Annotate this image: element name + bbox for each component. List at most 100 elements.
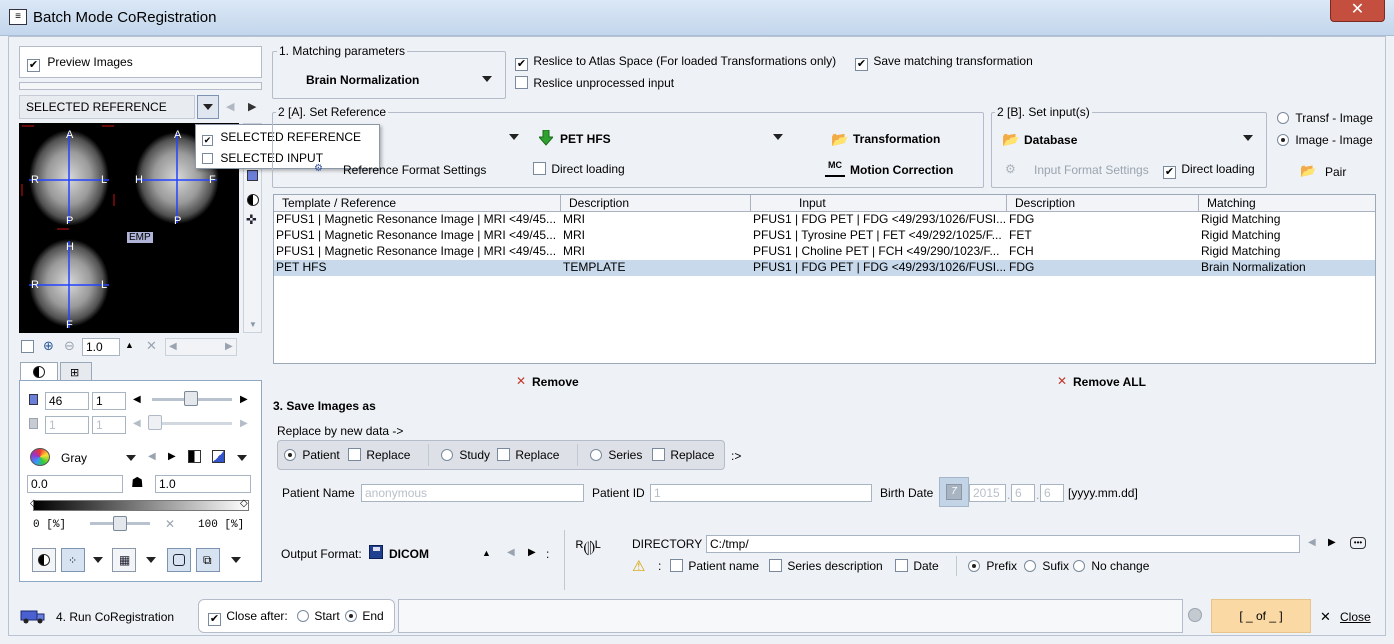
slice-slider-thumb[interactable] [184,391,198,406]
palette-icon[interactable] [30,448,50,466]
reslice-atlas-checkbox[interactable]: ✔ Reslice to Atlas Space (For loaded Tra… [515,54,836,71]
scroll-down-icon[interactable]: ▼ [249,320,257,329]
format-next-icon[interactable]: ▶ [528,547,536,558]
column-header-matching[interactable]: Matching [1199,195,1377,212]
range-slider-thumb[interactable] [113,516,127,531]
grid-dropdown-icon[interactable] [146,557,156,563]
sufix-radio[interactable]: Sufix [1024,559,1069,573]
min-value-field[interactable]: 0.0 [27,475,123,493]
no-change-radio[interactable]: No change [1073,559,1149,573]
column-header-input[interactable]: Input [751,195,1007,212]
reference-selector[interactable]: SELECTED REFERENCE [19,95,195,119]
window-close-button[interactable]: ✕ [1330,0,1385,22]
contrast-icon[interactable] [247,194,259,206]
table-row[interactable]: PFUS1 | Magnetic Resonance Image | MRI <… [274,244,1375,260]
table-row[interactable]: PFUS1 | Magnetic Resonance Image | MRI <… [274,212,1375,228]
opt-patient-name-checkbox[interactable]: Patient name [670,559,759,573]
frame-prev-icon[interactable]: ◀ [133,418,141,429]
blend-button[interactable] [32,548,56,572]
colormap-prev-icon[interactable]: ◀ [148,451,156,462]
zoom-in-icon[interactable]: ⊕ [43,338,54,354]
zoom-reset-icon[interactable]: ✕ [146,338,157,354]
prev-arrow-icon[interactable]: ◀ [226,100,234,113]
close-button[interactable]: Close [1340,610,1371,624]
input-source-value[interactable]: Database [1024,133,1077,147]
lut-dropdown-icon[interactable] [237,455,247,461]
tab-layout[interactable]: ⊞ [60,362,92,381]
replace-study-checkbox[interactable]: Replace [497,448,559,462]
tab-contrast[interactable] [20,362,58,381]
replace-study-radio[interactable]: Study [441,448,490,462]
birth-month-field[interactable]: 6 [1011,484,1035,502]
prefix-radio[interactable]: Prefix [968,559,1017,573]
replace-patient-checkbox[interactable]: Replace [348,448,410,462]
column-header-description[interactable]: Description [561,195,751,212]
replace-series-radio[interactable]: Series [590,448,642,462]
scroll-right-icon[interactable]: ▶ [225,341,233,352]
reference-dropdown-button[interactable] [197,95,219,119]
directory-prev-icon[interactable]: ◀ [1308,537,1316,548]
grid-button[interactable]: ▦ [112,548,136,572]
slice-prev-icon[interactable]: ◀ [133,394,141,405]
close-start-radio[interactable]: Start [297,609,340,623]
directory-next-icon[interactable]: ▶ [1328,537,1336,548]
frame-count-field[interactable]: 1 [92,416,126,434]
scroll-left-icon[interactable]: ◀ [169,341,177,352]
frame-next-icon[interactable]: ▶ [240,418,248,429]
grayscale-low-marker[interactable]: ◇ [30,498,38,509]
save-matching-checkbox[interactable]: ✔ Save matching transformation [855,54,1033,71]
zoom-scrollbar[interactable]: ◀ ▶ [165,338,237,356]
zoom-up-icon[interactable]: ▲ [125,340,134,350]
reference-template-value[interactable]: PET HFS [560,132,611,146]
invert-icon[interactable] [188,450,201,463]
colormap-next-icon[interactable]: ▶ [168,451,176,462]
mode-transf-radio[interactable]: Transf - Image [1277,111,1373,125]
max-value-field[interactable]: 1.0 [155,475,251,493]
column-header-input-description[interactable]: Description [1007,195,1199,212]
more-options-icon[interactable]: ••• [1350,537,1366,549]
matching-method-dropdown-icon[interactable] [482,76,492,82]
column-header-template[interactable]: Template / Reference [274,195,561,212]
input-source-dropdown-icon[interactable] [1243,135,1253,141]
grayscale-high-marker[interactable]: ◇ [240,498,248,509]
pair-button[interactable]: Pair [1325,165,1346,179]
format-prev-icon[interactable]: ◀ [507,547,515,558]
run-coregistration-button[interactable]: 4. Run CoRegistration [56,610,174,624]
table-row[interactable]: PFUS1 | Magnetic Resonance Image | MRI <… [274,228,1375,244]
colormap-value[interactable]: Gray [61,451,87,465]
input-direct-loading-checkbox[interactable]: ✔ Direct loading [1163,162,1255,179]
opt-date-checkbox[interactable]: Date [895,559,939,573]
tools-button[interactable]: ⧉ [196,548,220,572]
input-format-settings-button[interactable]: Input Format Settings [1034,163,1149,177]
preview-images-checkbox[interactable]: ✔ Preview Images [27,55,133,72]
slice-count-field[interactable]: 1 [92,392,126,410]
patient-id-field[interactable]: 1 [650,484,872,502]
motion-correction-button[interactable]: Motion Correction [850,163,953,177]
format-up-icon[interactable]: ▲ [482,548,491,558]
overlay-button[interactable]: ⁘ [61,548,85,572]
remove-button[interactable]: Remove [532,375,579,389]
zoom-field[interactable]: 1.0 [82,338,120,356]
reslice-unprocessed-checkbox[interactable]: Reslice unprocessed input [515,76,674,90]
crosshair-icon[interactable]: ✜ [246,212,257,228]
reference-source-dropdown-icon[interactable] [509,134,519,140]
slice-field[interactable]: 46 [45,392,89,410]
birth-day-field[interactable]: 6 [1040,484,1064,502]
calendar-button[interactable]: 7 [939,477,969,507]
zoom-checkbox[interactable] [21,340,34,354]
patient-name-field[interactable]: anonymous [361,484,584,502]
transformation-button[interactable]: Transformation [853,132,940,146]
table-row[interactable]: PET HFS TEMPLATE PFUS1 | FDG PET | FDG <49… [274,260,1375,276]
opt-series-desc-checkbox[interactable]: Series description [769,559,883,573]
remove-all-button[interactable]: Remove ALL [1073,375,1146,389]
slice-next-icon[interactable]: ▶ [240,394,248,405]
overlay-dropdown-icon[interactable] [93,557,103,563]
zoom-out-icon[interactable]: ⊖ [64,338,75,354]
output-format-value[interactable]: DICOM [389,547,429,561]
outline-button[interactable] [167,548,191,572]
layout-single-icon[interactable] [247,170,258,181]
anonymize-icon[interactable]: ᴿ⦇⦈ᴸ [576,539,601,557]
frame-field[interactable]: 1 [45,416,89,434]
replace-patient-radio[interactable]: Patient [284,448,340,462]
frame-slider-thumb[interactable] [148,415,162,430]
